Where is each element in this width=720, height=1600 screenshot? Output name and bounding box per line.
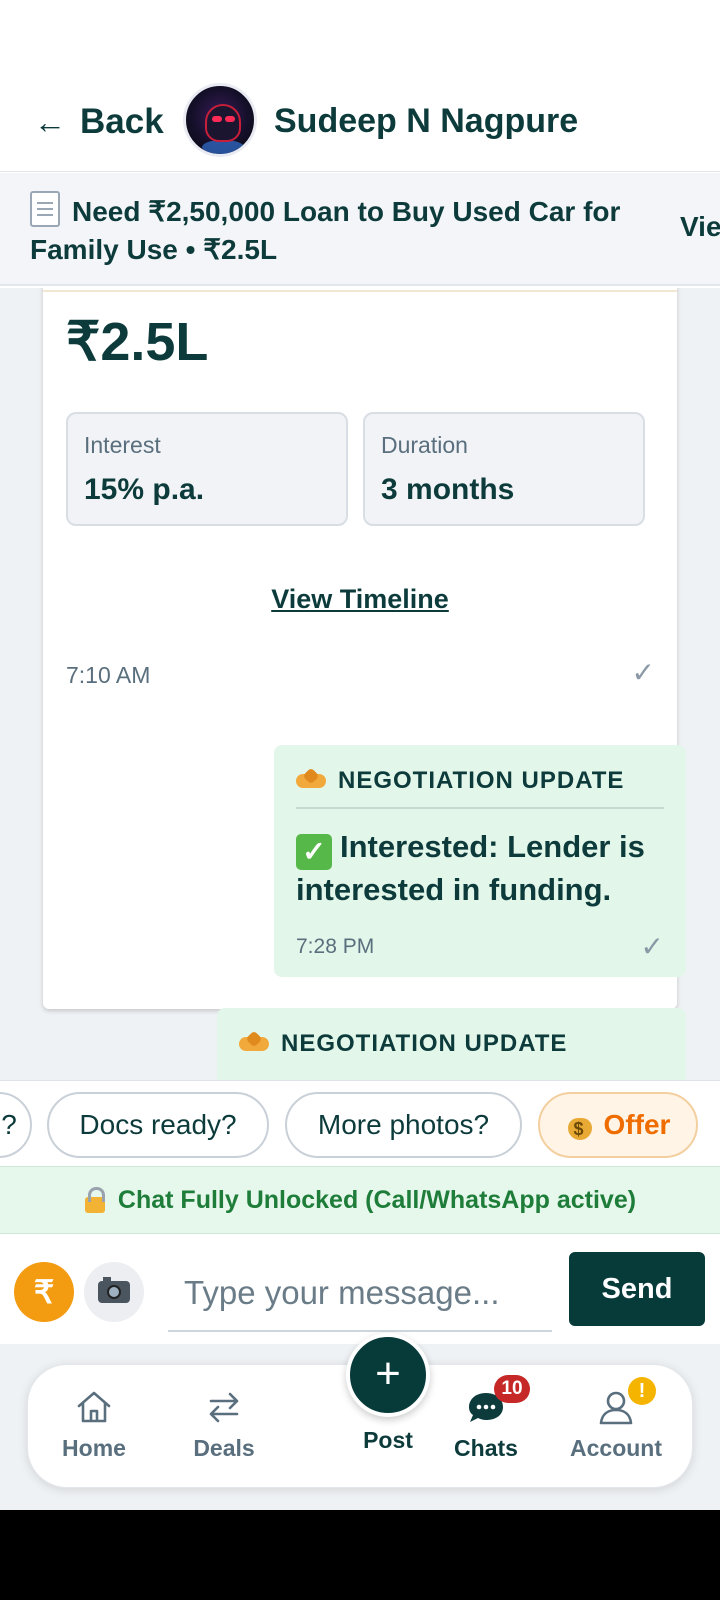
quick-reply-partial-label: ? [1,1109,17,1140]
money-bag-icon [566,1110,594,1140]
offer-button[interactable]: Offer [538,1092,698,1158]
nav-deals[interactable]: Deals [158,1365,290,1489]
camera-icon [98,1277,130,1303]
account-alert-icon: ! [628,1377,656,1405]
unlock-icon [84,1187,106,1213]
duration-box: Duration 3 months [363,412,645,526]
nav-home-label: Home [62,1435,126,1461]
post-button[interactable]: + [346,1333,430,1417]
bottom-nav-area: Home Deals + Post 10 Chats ! Account [0,1333,720,1510]
nav-chats-label: Chats [454,1435,518,1461]
chats-unread-badge: 10 [494,1375,530,1403]
avatar-eye-right [225,116,235,122]
negotiation-heading-text: NEGOTIATION UPDATE [281,1030,568,1057]
rupee-button[interactable]: ₹ [14,1262,74,1322]
negotiation-body-text: Interested: Lender is interested in fund… [296,829,645,907]
negotiation-heading-text: NEGOTIATION UPDATE [338,767,625,794]
send-button[interactable]: Send [569,1252,705,1326]
nav-chats[interactable]: 10 Chats [420,1365,552,1489]
read-check-icon: ✓ [631,657,655,688]
duration-value: 3 months [381,473,515,506]
bottom-nav: Home Deals + Post 10 Chats ! Account [27,1333,693,1489]
home-icon [77,1391,111,1423]
message-time: 7:10 AM [66,662,151,688]
interest-value: 15% p.a. [84,473,205,506]
card-divider [43,290,677,292]
message-composer: ₹ Send [0,1234,720,1344]
listing-title: Need ₹2,50,000 Loan to Buy Used Car for … [30,196,621,265]
unlock-banner-text: Chat Fully Unlocked (Call/WhatsApp activ… [117,1185,637,1214]
handshake-icon [296,770,326,792]
camera-button[interactable] [84,1262,144,1322]
chat-unlocked-banner: Chat Fully Unlocked (Call/WhatsApp activ… [0,1166,720,1234]
handshake-icon [239,1033,269,1055]
chat-header: ← Back Sudeep N Nagpure [0,80,720,172]
negotiation-heading: NEGOTIATION UPDATE [296,767,664,809]
quick-replies-bar[interactable]: ? Docs ready? More photos? Offer [0,1080,720,1166]
listing-title-block: Need ₹2,50,000 Loan to Buy Used Car for … [30,191,680,269]
avatar-mask-image [205,104,241,142]
negotiation-update-message: NEGOTIATION UPDATE ✓ Interested: Lender i… [274,745,686,977]
quick-reply-label: More photos? [317,1109,490,1140]
message-footer: 7:28 PM ✓ [296,930,664,963]
chat-messages-area[interactable]: ₹2.5L Interest 15% p.a. Duration 3 month… [0,288,720,1080]
document-icon [30,191,60,227]
contact-name[interactable]: Sudeep N Nagpure [274,102,578,141]
nav-post-label: Post [363,1427,413,1453]
back-arrow-icon: ← [34,103,66,140]
nav-deals-label: Deals [193,1435,255,1461]
quick-reply-docs-ready[interactable]: Docs ready? [47,1092,269,1158]
interest-label: Interest [84,432,161,458]
swap-arrows-icon [209,1392,239,1423]
duration-label: Duration [381,432,468,458]
view-listing-link[interactable]: Vie [680,211,720,243]
nav-account[interactable]: ! Account [550,1365,682,1489]
negotiation-heading: NEGOTIATION UPDATE [239,1030,664,1070]
interest-box: Interest 15% p.a. [66,412,348,526]
system-navigation-bar [0,1510,720,1600]
read-check-icon: ✓ [640,931,664,962]
message-input[interactable] [168,1256,552,1332]
avatar-glow [202,140,244,154]
status-bar-area [0,0,720,80]
loan-amount: ₹2.5L [66,312,209,372]
nav-home[interactable]: Home [28,1365,160,1489]
negotiation-body: ✓ Interested: Lender is interested in fun… [296,827,664,910]
nav-account-label: Account [570,1435,662,1461]
quick-reply-chip[interactable]: ? [0,1092,32,1158]
avatar-eye-left [212,116,222,122]
back-button[interactable]: ← Back [34,102,164,142]
quick-reply-more-photos[interactable]: More photos? [285,1092,522,1158]
view-timeline-link[interactable]: View Timeline [43,584,677,615]
message-time: 7:28 PM [296,934,375,958]
negotiation-update-message: NEGOTIATION UPDATE [217,1008,686,1080]
avatar[interactable] [183,83,257,157]
back-label: Back [80,102,164,141]
quick-reply-label: Docs ready? [79,1109,237,1140]
listing-banner[interactable]: Need ₹2,50,000 Loan to Buy Used Car for … [0,173,720,286]
check-mark-icon: ✓ [296,834,332,870]
offer-label: Offer [603,1109,671,1140]
